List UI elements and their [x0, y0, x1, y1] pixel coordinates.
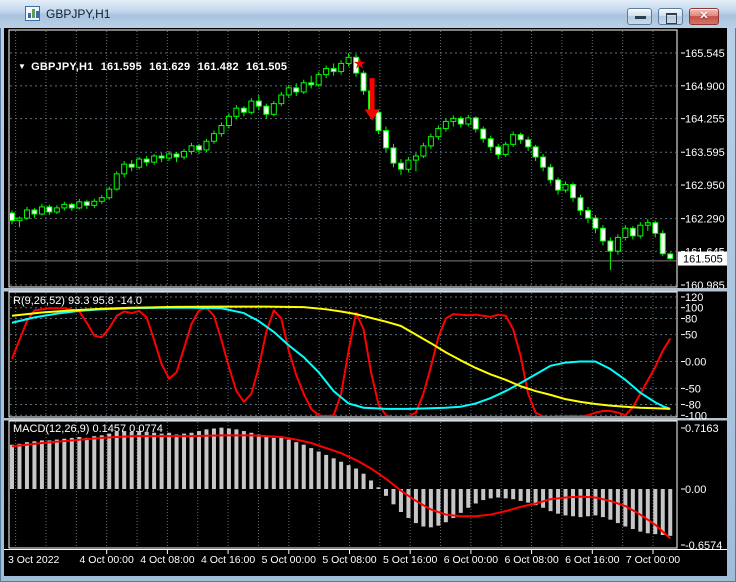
wpr-label: R(9,26,52) 93.3 95.8 -14.0 — [13, 295, 142, 307]
high-value: 161.629 — [149, 61, 191, 73]
panel-splitter-1[interactable] — [4, 286, 727, 292]
titlebar[interactable]: GBPJPY,H1 ✕ — [0, 0, 736, 28]
macd-label: MACD(12,26,9) 0.1457 0.0774 — [13, 423, 163, 435]
time-scale[interactable] — [4, 549, 727, 576]
chart-client-area: 165.545 164.900 164.255 163.595 162.950 162.2… — [4, 28, 727, 576]
chart-window-icon — [25, 6, 40, 21]
collapse-chart-icon[interactable]: ▼ — [18, 62, 26, 71]
chart-window: GBPJPY,H1 ✕ 165.545 164.900 164.255 163.595… — [0, 0, 736, 582]
minimize-button[interactable] — [627, 8, 652, 25]
window-title: GBPJPY,H1 — [46, 7, 111, 21]
chart-canvas[interactable]: 165.545164.900164.255163.595162.950162.2… — [4, 28, 727, 576]
restore-button[interactable] — [658, 8, 683, 25]
open-value: 161.595 — [100, 61, 142, 73]
ohlc-header: ▼ GBPJPY,H1 161.595 161.629 161.482 161.5… — [18, 61, 291, 73]
low-value: 161.482 — [197, 61, 239, 73]
restore-icon — [665, 12, 677, 24]
close-button[interactable]: ✕ — [689, 8, 719, 25]
star-marker-icon: ★ — [353, 55, 366, 72]
minimize-icon — [634, 15, 646, 19]
close-icon: ✕ — [699, 10, 709, 22]
close-value: 161.505 — [246, 61, 288, 73]
symbol-period-label: GBPJPY,H1 — [31, 61, 94, 73]
panel-splitter-2[interactable] — [4, 416, 727, 421]
